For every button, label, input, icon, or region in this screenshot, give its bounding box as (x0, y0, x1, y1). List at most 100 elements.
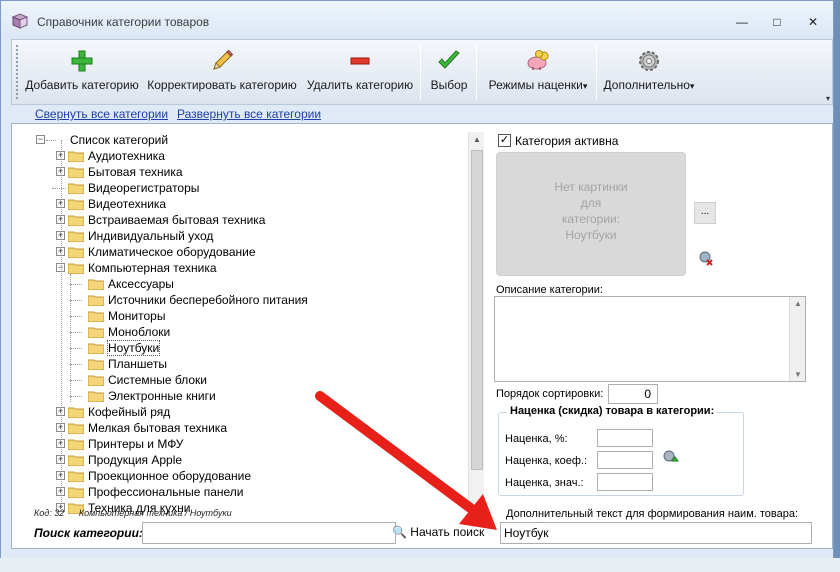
markup-percent-label: Наценка, %: (505, 433, 568, 445)
tree-connector (70, 348, 82, 349)
tree-item-label: Аксессуары (108, 277, 174, 291)
toolbar-separator (420, 44, 421, 100)
tree-item-label: Бытовая техника (88, 165, 183, 179)
tree-item-label: Климатическое оборудование (88, 245, 256, 259)
add-category-button[interactable]: Добавить категорию (24, 44, 140, 100)
additional-button[interactable]: Дополнительно▾ (600, 44, 698, 100)
tree-item-label: Моноблоки (108, 325, 171, 339)
tree-guide-line (70, 274, 71, 402)
tree-scrollbar[interactable]: ▲ ▼ (468, 132, 484, 516)
toolbar-grip[interactable] (15, 44, 19, 100)
scroll-down-icon[interactable]: ▼ (790, 370, 806, 379)
description-scrollbar[interactable]: ▲ ▼ (789, 297, 805, 381)
maximize-button[interactable]: □ (765, 12, 789, 32)
folder-icon (67, 454, 85, 467)
tree-item-label: Продукция Apple (88, 453, 183, 467)
folder-icon (87, 294, 105, 307)
tree-guide-line (61, 140, 62, 508)
category-image-box[interactable]: Нет картинки для категории: Ноутбуки (496, 152, 686, 276)
chevron-down-icon: ▾ (689, 81, 695, 91)
delete-category-button[interactable]: Удалить категорию (304, 44, 416, 100)
no-image-line: Нет картинки (554, 180, 628, 194)
expand-all-link[interactable]: Развернуть все категории (177, 107, 321, 121)
markup-group-title: Наценка (скидка) товара в категории: (507, 405, 718, 417)
category-code: Код: 32 (34, 508, 65, 518)
collapse-all-link[interactable]: Свернуть все категории (35, 107, 168, 121)
edit-category-button[interactable]: Корректировать категорию (146, 44, 298, 100)
tree-item-label: Мелкая бытовая техника (88, 421, 227, 435)
tree-root-label: Список категорий (70, 133, 169, 147)
tree-connector (52, 188, 66, 189)
delete-image-icon[interactable] (698, 250, 714, 266)
edit-pencil-icon (213, 49, 234, 70)
sort-order-label: Порядок сортировки: (496, 388, 604, 400)
close-button[interactable]: ✕ (801, 12, 825, 32)
category-directory-window: Справочник категории товаров — □ ✕ Добав… (0, 0, 834, 568)
content-panel: − Список категорий + Аудиотехника + Бытовая… (11, 123, 833, 549)
extra-text-input[interactable]: Ноутбук (500, 522, 812, 544)
tree-item-label: Проекционное оборудование (88, 469, 252, 483)
category-tree[interactable]: − Список категорий + Аудиотехника + Бытовая… (22, 132, 478, 516)
folder-icon (87, 390, 105, 403)
tree-item-label: Профессиональные панели (88, 485, 244, 499)
tree-item-label: Аудиотехника (88, 149, 165, 163)
tree-connector (70, 300, 82, 301)
piggy-bank-icon (527, 50, 549, 70)
markup-group: Наценка (скидка) товара в категории: Нац… (498, 405, 744, 496)
additional-text: Дополнительно (603, 78, 690, 92)
chevron-down-icon: ▾ (582, 81, 588, 91)
start-search-button[interactable]: 🔍 Начать поиск (392, 525, 484, 539)
folder-icon (67, 422, 85, 435)
tree-item-label: Электронные книги (108, 389, 216, 403)
no-image-line: категории: (561, 212, 621, 226)
markup-modes-text: Режимы наценки (488, 78, 583, 92)
tree-item-label: Кофейный ряд (88, 405, 171, 419)
app-book-icon (11, 13, 29, 29)
search-input[interactable] (142, 522, 396, 544)
folder-icon (67, 262, 85, 275)
markup-coef-input[interactable] (597, 451, 653, 469)
tree-item-label: Видеотехника (88, 197, 167, 211)
tree-item-label: Компьютерная техника (88, 261, 217, 275)
folder-icon (67, 438, 85, 451)
folder-icon (67, 198, 85, 211)
folder-icon (87, 358, 105, 371)
additional-label: Дополнительно▾ (600, 78, 698, 92)
tree-item-label: Индивидуальный уход (88, 229, 214, 243)
collapse-expander-icon[interactable]: − (36, 135, 45, 144)
scroll-up-icon[interactable]: ▲ (790, 299, 806, 308)
tree-connector (70, 284, 82, 285)
scroll-thumb[interactable] (471, 150, 483, 470)
markup-modes-label: Режимы наценки▾ (482, 78, 594, 92)
tree-item-label: Системные блоки (108, 373, 208, 387)
scroll-down-icon[interactable]: ▼ (469, 500, 485, 516)
active-checkbox-label: Категория активна (515, 134, 619, 148)
markup-percent-input[interactable] (597, 429, 653, 447)
select-check-icon (438, 50, 460, 69)
tree-connector (70, 380, 82, 381)
toolbar-overflow-icon[interactable]: ▾ (826, 94, 830, 103)
search-label: Поиск категории: (34, 526, 143, 540)
title-bar: Справочник категории товаров — □ ✕ (1, 1, 833, 39)
select-label: Выбор (430, 78, 468, 92)
minimize-button[interactable]: — (730, 12, 754, 32)
tree-item-label: Принтеры и МФУ (88, 437, 184, 451)
tree-item-label: Ноутбуки (106, 340, 161, 356)
tree-item-label: Встраиваемая бытовая техника (88, 213, 266, 227)
sort-order-input[interactable]: 0 (608, 384, 658, 404)
scroll-up-icon[interactable]: ▲ (469, 132, 485, 148)
folder-icon (67, 182, 85, 195)
tree-item-label: Источники бесперебойного питания (108, 293, 308, 307)
calculate-icon[interactable] (663, 449, 679, 465)
tree-connector (70, 364, 82, 365)
magnifier-icon: 🔍 (392, 525, 407, 539)
tree-connector (46, 140, 56, 141)
active-checkbox[interactable]: ✓ (498, 134, 511, 147)
markup-modes-button[interactable]: Режимы наценки▾ (482, 44, 594, 100)
description-textarea[interactable]: ▲ ▼ (494, 296, 806, 382)
browse-image-button[interactable]: ... (694, 202, 716, 224)
toolbar: Добавить категорию Корректировать катего… (11, 39, 833, 105)
extra-text-label: Дополнительный текст для формирования на… (506, 508, 799, 520)
select-button[interactable]: Выбор (426, 44, 472, 100)
markup-value-input[interactable] (597, 473, 653, 491)
